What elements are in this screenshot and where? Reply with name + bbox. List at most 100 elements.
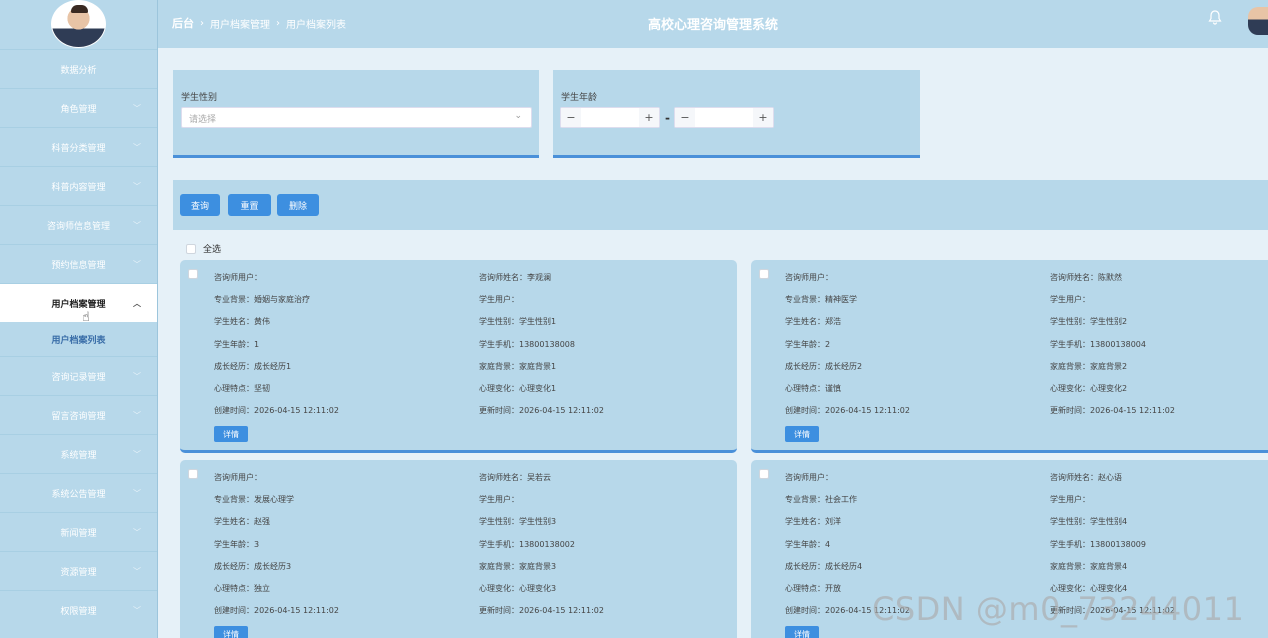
- action-bar: 查询 重置 删除: [173, 180, 1268, 230]
- sidebar-item[interactable]: 角色管理 ﹀: [0, 88, 157, 127]
- sidebar-item[interactable]: 科普内容管理 ﹀: [0, 166, 157, 205]
- sidebar-item[interactable]: 权限管理 ﹀: [0, 590, 157, 629]
- sidebar-item[interactable]: 预约信息管理 ﹀: [0, 244, 157, 283]
- card-field-background: 专业背景：发展心理学: [214, 495, 294, 504]
- chevron-down-icon: ⌄: [514, 111, 522, 121]
- avatar[interactable]: [51, 0, 106, 48]
- sidebar-item-label: 角色管理: [60, 104, 97, 115]
- sidebar-item[interactable]: 咨询记录管理 ﹀: [0, 356, 157, 395]
- select-all-checkbox[interactable]: [186, 243, 196, 254]
- sidebar-item-label: 科普分类管理: [51, 143, 106, 154]
- chevron-down-icon: ﹀: [133, 142, 141, 152]
- select-all[interactable]: 全选: [186, 242, 221, 255]
- delete-button[interactable]: 删除: [277, 194, 319, 216]
- sidebar-item-label: 用户档案管理: [51, 299, 106, 310]
- card-field-counselor-name: 咨询师姓名：李观澜: [479, 273, 551, 282]
- sidebar-item[interactable]: 咨询师信息管理 ﹀: [0, 205, 157, 244]
- chevron-down-icon: ﹀: [133, 605, 141, 615]
- age-min-increment-button[interactable]: +: [639, 108, 659, 127]
- detail-button[interactable]: 详情: [785, 626, 819, 638]
- hand-cursor-icon: ☝: [82, 310, 90, 325]
- card-field-growth: 成长经历：成长经历4: [785, 562, 863, 571]
- age-min-decrement-button[interactable]: −: [561, 108, 581, 127]
- sidebar-avatar-area: [0, 0, 157, 49]
- age-max-increment-button[interactable]: +: [753, 108, 773, 127]
- card-field-trait: 心理特点：开放: [785, 584, 841, 593]
- age-max-decrement-button[interactable]: −: [675, 108, 695, 127]
- card-field-counselor-name: 咨询师姓名：吴若云: [479, 473, 551, 482]
- sidebar: 数据分析 角色管理 ﹀ 科普分类管理 ﹀ 科普内容管理 ﹀ 咨询师信息管理 ﹀ 预约信息管理 ﹀ 用户…: [0, 0, 158, 638]
- card-field-gender: 学生性别：学生性别4: [1050, 517, 1128, 526]
- age-min-stepper[interactable]: − +: [560, 107, 660, 128]
- card-checkbox[interactable]: [759, 469, 769, 479]
- bell-icon[interactable]: [1208, 10, 1222, 29]
- card-field-change: 心理变化：心理变化1: [479, 384, 557, 393]
- page-title: 高校心理咨询管理系统: [647, 18, 778, 33]
- sidebar-item-label: 新闻管理: [60, 528, 97, 539]
- range-separator: -: [665, 111, 670, 125]
- card-field-updated: 更新时间：2026-04-15 12:11:02: [479, 406, 604, 415]
- card-field-family: 家庭背景：家庭背景1: [479, 362, 557, 371]
- card-checkbox[interactable]: [188, 469, 198, 479]
- chevron-down-icon: ﹀: [133, 527, 141, 537]
- card-field-student-name: 学生姓名：郑浩: [785, 317, 841, 326]
- card-field-phone: 学生手机：13800138004: [1050, 340, 1146, 349]
- card-field-counselor-user: 咨询师用户：: [214, 473, 262, 482]
- sidebar-item-label: 系统管理: [60, 450, 97, 461]
- card-field-updated: 更新时间：2026-04-15 12:11:02: [1050, 406, 1175, 415]
- archive-card: 咨询师用户： 专业背景：婚姻与家庭治疗 学生姓名：黄伟 学生年龄：1 成长经历：成长经历…: [180, 260, 737, 453]
- card-field-gender: 学生性别：学生性别1: [479, 317, 557, 326]
- card-field-student-name: 学生姓名：刘洋: [785, 517, 841, 526]
- card-field-age: 学生年龄：3: [214, 540, 260, 549]
- age-max-input[interactable]: [695, 108, 753, 127]
- age-filter-panel: 学生年龄 − + - − +: [553, 70, 920, 158]
- detail-button[interactable]: 详情: [785, 426, 819, 442]
- archive-card: 咨询师用户： 专业背景：发展心理学 学生姓名：赵强 学生年龄：3 成长经历：成长经历3 心…: [180, 460, 737, 638]
- card-field-age: 学生年龄：2: [785, 340, 831, 349]
- gender-select-placeholder: 请选择: [189, 115, 217, 125]
- gender-select[interactable]: 请选择 ⌄: [181, 107, 532, 128]
- card-field-age: 学生年龄：1: [214, 340, 260, 349]
- card-field-family: 家庭背景：家庭背景4: [1050, 562, 1128, 571]
- card-field-trait: 心理特点：坚韧: [214, 384, 270, 393]
- sidebar-item-label: 数据分析: [60, 65, 97, 76]
- sidebar-subitem[interactable]: 用户档案列表: [0, 322, 157, 356]
- reset-button[interactable]: 重置: [228, 194, 271, 216]
- age-max-stepper[interactable]: − +: [674, 107, 774, 128]
- sidebar-item[interactable]: 资源管理 ﹀: [0, 551, 157, 590]
- sidebar-item[interactable]: 数据分析: [0, 49, 157, 88]
- card-field-counselor-user: 咨询师用户：: [214, 273, 262, 282]
- chevron-down-icon: ﹀: [133, 220, 141, 230]
- sidebar-item[interactable]: 系统公告管理 ﹀: [0, 473, 157, 512]
- sidebar-item[interactable]: 科普分类管理 ﹀: [0, 127, 157, 166]
- card-checkbox[interactable]: [759, 269, 769, 279]
- card-checkbox[interactable]: [188, 269, 198, 279]
- chevron-down-icon: ﹀: [133, 488, 141, 498]
- sidebar-item-label: 咨询记录管理: [51, 372, 106, 383]
- card-field-background: 专业背景：婚姻与家庭治疗: [214, 295, 310, 304]
- age-min-input[interactable]: [581, 108, 639, 127]
- card-field-student-user: 学生用户：: [479, 295, 519, 304]
- gender-filter-panel: 学生性别 请选择 ⌄: [173, 70, 539, 158]
- card-field-trait: 心理特点：独立: [214, 584, 270, 593]
- chevron-down-icon: ﹀: [133, 371, 141, 381]
- card-field-growth: 成长经历：成长经历3: [214, 562, 292, 571]
- card-field-student-user: 学生用户：: [479, 495, 519, 504]
- query-button[interactable]: 查询: [180, 194, 220, 216]
- sidebar-item[interactable]: 新闻管理 ﹀: [0, 512, 157, 551]
- card-field-created: 创建时间：2026-04-15 12:11:02: [214, 406, 339, 415]
- chevron-down-icon: ﹀: [133, 259, 141, 269]
- card-field-student-user: 学生用户：: [1050, 495, 1090, 504]
- sidebar-item-label: 预约信息管理: [51, 260, 106, 271]
- detail-button[interactable]: 详情: [214, 626, 248, 638]
- sidebar-item[interactable]: 留言咨询管理 ﹀: [0, 395, 157, 434]
- card-field-phone: 学生手机：13800138008: [479, 340, 575, 349]
- detail-button[interactable]: 详情: [214, 426, 248, 442]
- card-field-student-user: 学生用户：: [1050, 295, 1090, 304]
- sidebar-item[interactable]: 系统管理 ﹀: [0, 434, 157, 473]
- gender-label: 学生性别: [181, 93, 218, 103]
- sidebar-item[interactable]: 用户档案管理 ︿: [0, 283, 157, 322]
- card-field-updated: 更新时间：2026-04-15 12:11:02: [479, 606, 604, 615]
- card-field-growth: 成长经历：成长经历2: [785, 362, 863, 371]
- user-avatar[interactable]: [1248, 7, 1268, 35]
